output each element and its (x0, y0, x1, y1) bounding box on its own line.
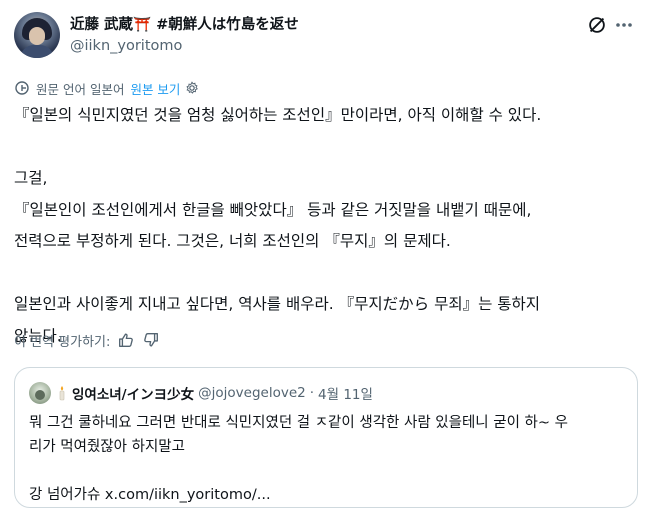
translate-globe-icon (15, 81, 29, 95)
quoted-separator: · (309, 385, 315, 401)
rate-translation-row: 이 번역 평가하기: (14, 330, 160, 350)
tweet-line: 일본인과 사이좋게 지내고 싶다면, 역사를 배우라. 『무지だから 무죄』는 … (14, 295, 541, 313)
source-language-label: 원문 언어 일본어 (36, 81, 125, 97)
quoted-date[interactable]: 4월 11일 (318, 383, 373, 403)
tweet-header: 近藤 武蔵⛩️ #朝鮮人は竹島を返せ @iikn_yoritomo (14, 12, 634, 62)
quoted-avatar[interactable] (29, 382, 51, 404)
thumbs-down-icon[interactable] (142, 331, 160, 349)
tweet-line: 전력으로 부정하게 된다. 그것은, 너희 조선인의 『무지』의 문제다. (14, 232, 451, 250)
quoted-line: 강 넘어가슈 x.com/iikn_yoritomo/... (29, 487, 271, 503)
tweet-line: 『일본의 식민지였던 것을 엄청 싫어하는 조선인』만이라면, 아직 이해할 수… (14, 106, 542, 124)
grok-slash-icon[interactable] (586, 14, 608, 36)
rate-translation-label: 이 번역 평가하기: (14, 334, 111, 350)
author-display-name[interactable]: 近藤 武蔵⛩️ #朝鮮人は竹島を返せ (70, 15, 299, 35)
quoted-line: 뭐 그건 쿨하네요 그러면 반대로 식민지였던 걸 ㅈ같이 생각한 사람 있을테… (29, 415, 568, 431)
translation-bar: 원문 언어 일본어 원본 보기 (14, 79, 199, 98)
quoted-tweet-header: 잉여소녀/インヨ少女 @jojovegelove2 · 4월 11일 (29, 382, 373, 404)
quoted-tweet[interactable]: 잉여소녀/インヨ少女 @jojovegelove2 · 4월 11일 뭐 그건 … (14, 367, 638, 508)
quoted-tweet-body: 뭐 그건 쿨하네요 그러면 반대로 식민지였던 걸 ㅈ같이 생각한 사람 있을테… (29, 411, 629, 507)
quoted-handle[interactable]: @jojovegelove2 (198, 385, 306, 401)
quoted-line: 리가 먹여줬잖아 하지말고 (29, 439, 185, 455)
gear-icon[interactable] (185, 81, 199, 95)
thumbs-up-icon[interactable] (117, 331, 135, 349)
avatar[interactable] (14, 12, 60, 58)
tweet-line: 『일본인이 조선인에게서 한글을 빼앗았다』 등과 같은 거짓말을 내뱉기 때문… (14, 200, 532, 219)
quoted-display-name[interactable]: 잉여소녀/インヨ少女 (72, 383, 194, 403)
tweet-body: 『일본의 식민지였던 것을 엄청 싫어하는 조선인』만이라면, 아직 이해할 수… (14, 100, 639, 352)
author-handle[interactable]: @iikn_yoritomo (70, 36, 299, 56)
tweet-line: 그걸, (14, 169, 48, 187)
candle-emoji-icon (59, 386, 65, 401)
author-names: 近藤 武蔵⛩️ #朝鮮人は竹島を返せ @iikn_yoritomo (70, 15, 299, 56)
more-dots-icon[interactable] (614, 16, 634, 34)
show-original-link[interactable]: 원본 보기 (130, 79, 180, 98)
